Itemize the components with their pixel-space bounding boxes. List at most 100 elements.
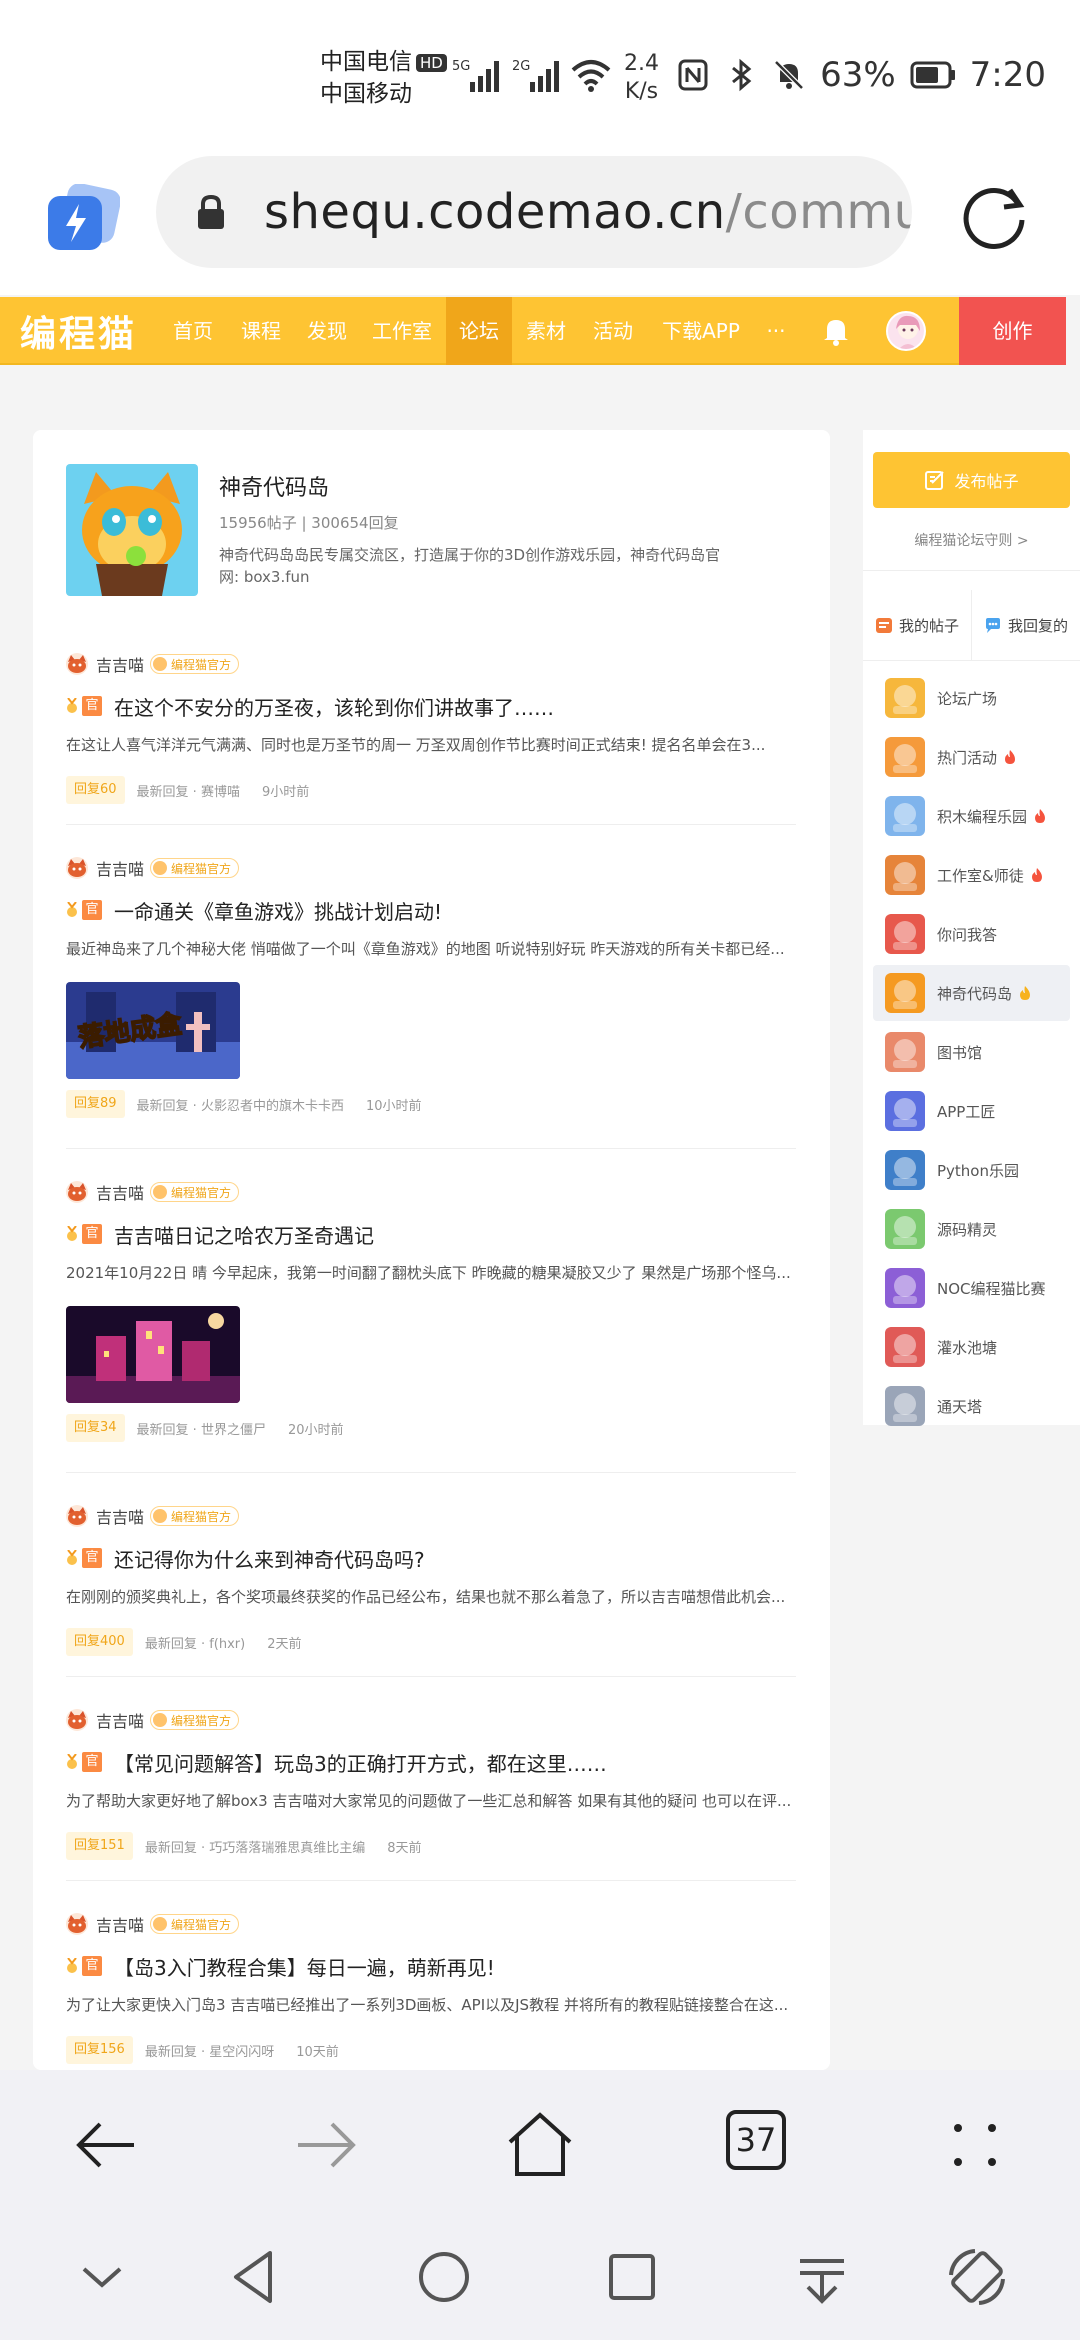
post-author[interactable]: 吉吉喵 编程猫官方 xyxy=(66,1504,240,1528)
carrier-2: 中国移动 xyxy=(320,81,412,107)
url-field[interactable]: shequ.codemao.cn/communi xyxy=(156,156,912,268)
board-label: Python乐园 xyxy=(937,1161,1019,1180)
nav-home[interactable]: 首页 xyxy=(160,297,226,365)
nav-back-icon[interactable] xyxy=(224,2245,288,2309)
create-button[interactable]: 创作 xyxy=(959,297,1066,365)
post-item[interactable]: 吉吉喵 编程猫官方 官 【常见问题解答】玩岛3的正确打开方式，都在这里…… 为了… xyxy=(66,1708,796,1860)
post-title[interactable]: 还记得你为什么来到神奇代码岛吗? xyxy=(114,1544,425,1573)
board-label: 你问我答 xyxy=(937,925,998,944)
sidebar-board-item[interactable]: 工作室&师徒 xyxy=(873,847,1070,903)
tab-count-button[interactable]: 37 xyxy=(726,2110,786,2170)
nav-materials[interactable]: 素材 xyxy=(513,297,579,365)
official-tag: 官 xyxy=(82,1224,102,1244)
sidebar-board-item[interactable]: 神奇代码岛 xyxy=(873,965,1070,1021)
sidebar-board-item[interactable]: 源码精灵 xyxy=(873,1201,1070,1257)
back-icon[interactable] xyxy=(72,2110,142,2180)
reply-count: 回复156 xyxy=(66,2036,133,2064)
forum-thumbnail xyxy=(66,464,198,596)
latest-reply: 最新回复 · 世界之僵尸 xyxy=(136,1422,266,1438)
status-right: 63% 7:20 xyxy=(676,55,1046,95)
post-item[interactable]: 吉吉喵 编程猫官方 官 【岛3入门教程合集】每日一遍，萌新再见! 为了让大家更快… xyxy=(66,1912,796,2064)
new-post-button[interactable]: 发布帖子 xyxy=(873,452,1070,508)
official-tag: 官 xyxy=(82,1956,102,1976)
post-excerpt: 在刚刚的颁奖典礼上，各个奖项最终获奖的作品已经公布，结果也就不那么着急了，所以吉… xyxy=(66,1588,786,1606)
post-title[interactable]: 吉吉喵日记之哈农万圣奇遇记 xyxy=(114,1220,374,1249)
my-replies-tab[interactable]: 我回复的 xyxy=(971,590,1080,660)
divider xyxy=(66,1472,796,1473)
board-icon xyxy=(885,855,925,895)
sidebar-board-item[interactable]: 积木编程乐园 xyxy=(873,788,1070,844)
post-time: 9小时前 xyxy=(261,784,310,800)
post-title[interactable]: 在这个不安分的万圣夜，该轮到你们讲故事了…… xyxy=(114,692,554,721)
sidebar-board-item[interactable]: 通天塔 xyxy=(873,1378,1070,1434)
sidebar-board-item[interactable]: 论坛广场 xyxy=(873,670,1070,726)
reply-count: 回复400 xyxy=(66,1628,133,1656)
post-item[interactable]: 吉吉喵 编程猫官方 官 一命通关《章鱼游戏》挑战计划启动! 最近神岛来了几个神秘… xyxy=(66,856,796,1118)
menu-dots-icon[interactable] xyxy=(940,2110,1010,2180)
post-author[interactable]: 吉吉喵 编程猫官方 xyxy=(66,1180,240,1204)
post-title[interactable]: 【岛3入门教程合集】每日一遍，萌新再见! xyxy=(114,1952,495,1981)
official-badge: 编程猫官方 xyxy=(150,1914,240,1934)
board-icon xyxy=(885,1268,925,1308)
post-author[interactable]: 吉吉喵 编程猫官方 xyxy=(66,856,240,880)
post-meta: 回复151 最新回复 · 巧巧落落瑞雅思真维比主编 8天前 xyxy=(66,1832,422,1860)
post-item[interactable]: 吉吉喵 编程猫官方 官 在这个不安分的万圣夜，该轮到你们讲故事了…… 在这让人喜… xyxy=(66,652,796,804)
sidebar-board-item[interactable]: 灌水池塘 xyxy=(873,1319,1070,1375)
post-title[interactable]: 【常见问题解答】玩岛3的正确打开方式，都在这里…… xyxy=(114,1748,607,1777)
lock-icon xyxy=(198,194,224,229)
post-author[interactable]: 吉吉喵 编程猫官方 xyxy=(66,652,240,676)
post-excerpt: 最近神岛来了几个神秘大佬 悄喵做了一个叫《章鱼游戏》的地图 听说特别好玩 昨天游… xyxy=(66,940,785,958)
reply-count: 回复89 xyxy=(66,1090,125,1118)
post-image[interactable]: 落地成盒 xyxy=(66,982,240,1079)
nav-discover[interactable]: 发现 xyxy=(294,297,360,365)
post-author[interactable]: 吉吉喵 编程猫官方 xyxy=(66,1708,240,1732)
nav-courses[interactable]: 课程 xyxy=(228,297,294,365)
post-item[interactable]: 吉吉喵 编程猫官方 官 吉吉喵日记之哈农万圣奇遇记 2021年10月22日 晴 … xyxy=(66,1180,796,1442)
sidebar-board-item[interactable]: NOC编程猫比赛 xyxy=(873,1260,1070,1316)
nav-download-app[interactable]: 下载APP xyxy=(652,297,750,365)
divider xyxy=(863,660,1080,661)
user-avatar[interactable] xyxy=(886,311,926,351)
sidebar-board-item[interactable]: APP工匠 xyxy=(873,1083,1070,1139)
home-icon[interactable] xyxy=(505,2110,575,2180)
sidebar-board-item[interactable]: 图书馆 xyxy=(873,1024,1070,1080)
forward-icon[interactable] xyxy=(290,2110,360,2180)
nav-more[interactable]: ··· xyxy=(756,297,796,365)
nav-recents-icon[interactable] xyxy=(600,2245,664,2309)
post-author[interactable]: 吉吉喵 编程猫官方 xyxy=(66,1912,240,1936)
nav-events[interactable]: 活动 xyxy=(580,297,646,365)
reload-icon[interactable] xyxy=(960,180,1030,250)
nav-home-icon[interactable] xyxy=(412,2245,476,2309)
board-label: APP工匠 xyxy=(937,1102,996,1121)
wifi-icon xyxy=(571,60,611,92)
divider xyxy=(66,824,796,825)
download-icon[interactable] xyxy=(790,2245,854,2309)
forum-rules-link[interactable]: 编程猫论坛守则 > xyxy=(863,530,1080,550)
post-meta: 回复34 最新回复 · 世界之僵尸 20小时前 xyxy=(66,1414,344,1442)
board-icon xyxy=(885,1032,925,1072)
bell-icon[interactable] xyxy=(822,316,850,346)
post-image[interactable] xyxy=(66,1306,240,1403)
post-item[interactable]: 吉吉喵 编程猫官方 官 还记得你为什么来到神奇代码岛吗? 在刚刚的颁奖典礼上，各… xyxy=(66,1504,796,1656)
post-title[interactable]: 一命通关《章鱼游戏》挑战计划启动! xyxy=(114,896,442,925)
board-icon xyxy=(885,973,925,1013)
codemao-logo[interactable]: 编程猫 xyxy=(20,305,137,357)
collapse-icon[interactable] xyxy=(70,2245,134,2309)
board-icon xyxy=(885,1150,925,1190)
nav-forum[interactable]: 论坛 xyxy=(446,297,512,365)
author-avatar xyxy=(66,1913,88,1935)
official-tag: 官 xyxy=(82,696,102,716)
sidebar-board-item[interactable]: 热门活动 xyxy=(873,729,1070,785)
author-avatar xyxy=(66,857,88,879)
rotate-screen-icon[interactable] xyxy=(945,2245,1009,2309)
edit-icon xyxy=(925,471,945,490)
my-posts-tab[interactable]: 我的帖子 xyxy=(863,590,971,660)
lightning-tab-icon[interactable] xyxy=(46,184,120,254)
medal-icon xyxy=(67,1550,77,1565)
sidebar-board-item[interactable]: 你问我答 xyxy=(873,906,1070,962)
official-badge: 编程猫官方 xyxy=(150,1506,240,1526)
bluetooth-icon xyxy=(732,58,752,92)
sidebar-board-item[interactable]: Python乐园 xyxy=(873,1142,1070,1198)
nav-studio[interactable]: 工作室 xyxy=(362,297,442,365)
system-nav-bar xyxy=(0,2215,1080,2340)
